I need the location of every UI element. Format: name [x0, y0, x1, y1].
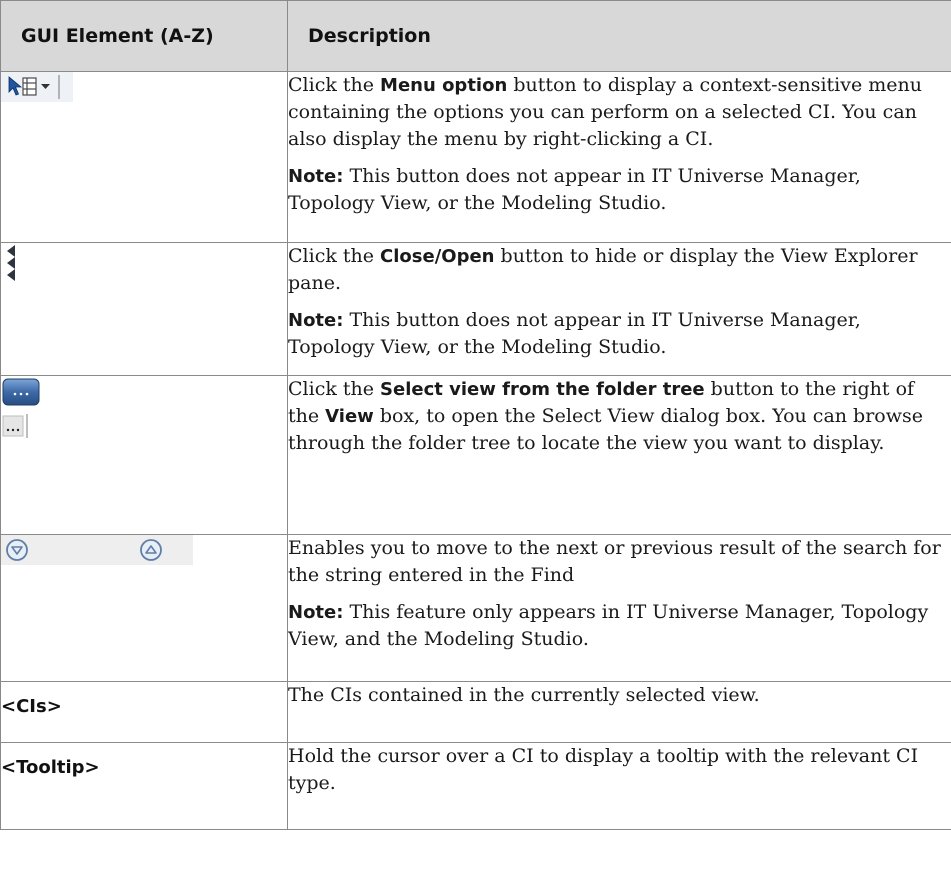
description-cell: Hold the cursor over a CI to display a t…	[287, 742, 951, 830]
bold-term: Menu option	[380, 75, 508, 96]
header-gui-element: GUI Element (A-Z)	[0, 0, 288, 72]
description-cell: Click the Close/Open button to hide or d…	[287, 242, 951, 376]
element-cell: <Tooltip>	[0, 742, 288, 830]
next-previous-result-icon	[1, 535, 193, 570]
element-name: <Tooltip>	[1, 757, 100, 778]
description-cell: The CIs contained in the currently selec…	[287, 681, 951, 743]
select-view-ellipsis-icon	[1, 376, 45, 447]
description-cell: Enables you to move to the next or previ…	[287, 534, 951, 682]
menu-option-icon	[1, 72, 73, 107]
bold-term: View	[325, 406, 374, 427]
element-cell	[0, 242, 288, 376]
note-label: Note:	[288, 166, 344, 187]
table-row: Click the Menu option button to display …	[0, 71, 951, 243]
note-text: Note: This button does not appear in IT …	[288, 165, 861, 214]
note-text: Note: This button does not appear in IT …	[288, 309, 861, 358]
table-row: <CIs> The CIs contained in the currently…	[0, 681, 951, 743]
element-name: <CIs>	[1, 696, 62, 717]
note-text: Note: This feature only appears in IT Un…	[288, 601, 929, 650]
note-label: Note:	[288, 602, 344, 623]
element-cell: <CIs>	[0, 681, 288, 743]
description-cell: Click the Select view from the folder tr…	[287, 375, 951, 535]
description-text: Click the Close/Open button to hide or d…	[288, 245, 918, 294]
bold-term: Select view from the folder tree	[380, 379, 705, 400]
table-row: Enables you to move to the next or previ…	[0, 534, 951, 682]
table-row: Click the Select view from the folder tr…	[0, 375, 951, 535]
table-row: Click the Close/Open button to hide or d…	[0, 242, 951, 376]
description-text: The CIs contained in the currently selec…	[288, 684, 760, 706]
table-header-row: GUI Element (A-Z) Description	[0, 0, 951, 72]
element-cell	[0, 375, 288, 535]
description-text: Hold the cursor over a CI to display a t…	[288, 745, 919, 794]
note-label: Note:	[288, 310, 344, 331]
element-cell	[0, 534, 288, 682]
element-cell	[0, 71, 288, 243]
header-description: Description	[287, 0, 951, 72]
table-row: <Tooltip> Hold the cursor over a CI to d…	[0, 742, 951, 830]
gui-elements-table: GUI Element (A-Z) Description Click the …	[0, 0, 951, 830]
description-text: Enables you to move to the next or previ…	[288, 537, 941, 586]
bold-term: Close/Open	[380, 246, 495, 267]
description-cell: Click the Menu option button to display …	[287, 71, 951, 243]
close-open-arrows-icon	[1, 243, 21, 288]
description-text: Click the Select view from the folder tr…	[288, 378, 923, 454]
description-text: Click the Menu option button to display …	[288, 74, 923, 150]
